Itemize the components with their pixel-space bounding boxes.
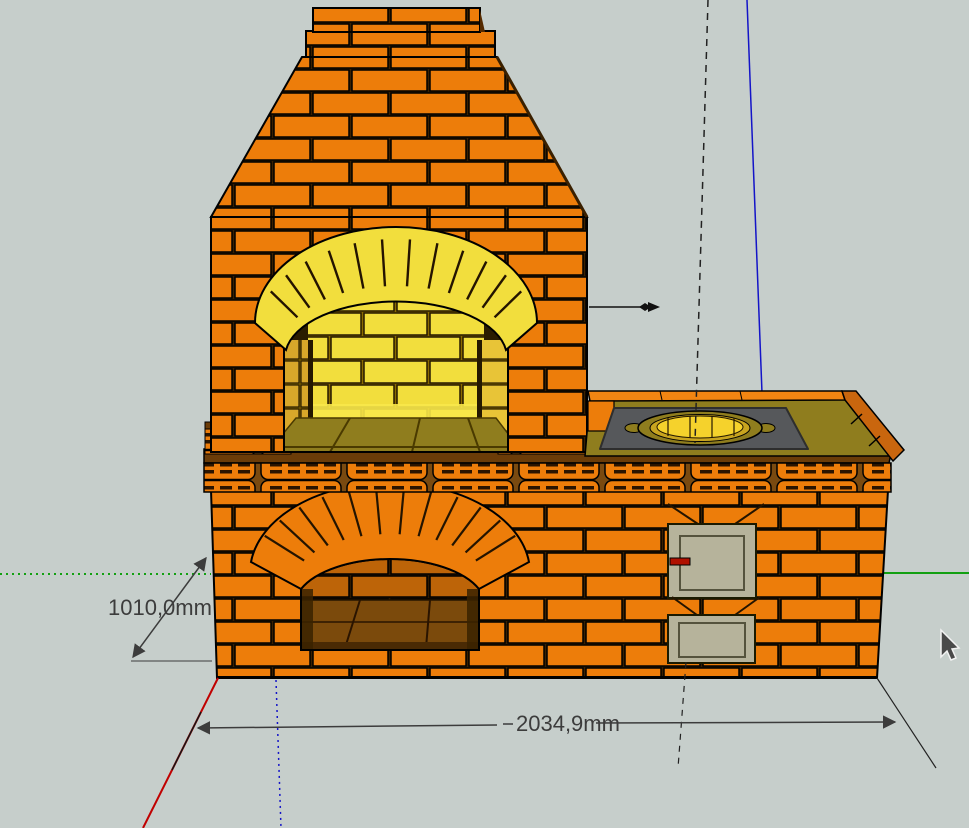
chimney-cap-row2 — [306, 31, 495, 57]
oven-box[interactable] — [211, 217, 587, 452]
modeling-viewport[interactable]: 1010,0mm 2034,9mm — [0, 0, 969, 828]
cooktop[interactable] — [585, 391, 904, 461]
dimension-width-label: 2034,9mm — [516, 711, 620, 736]
door-handle[interactable] — [670, 558, 690, 565]
counter-back-edge — [588, 391, 845, 401]
chimney-cap-row1 — [313, 8, 480, 32]
viewport-canvas[interactable]: 1010,0mm 2034,9mm — [0, 0, 969, 828]
dimension-height-label: 1010,0mm — [108, 595, 212, 620]
niche-floor — [285, 600, 497, 648]
